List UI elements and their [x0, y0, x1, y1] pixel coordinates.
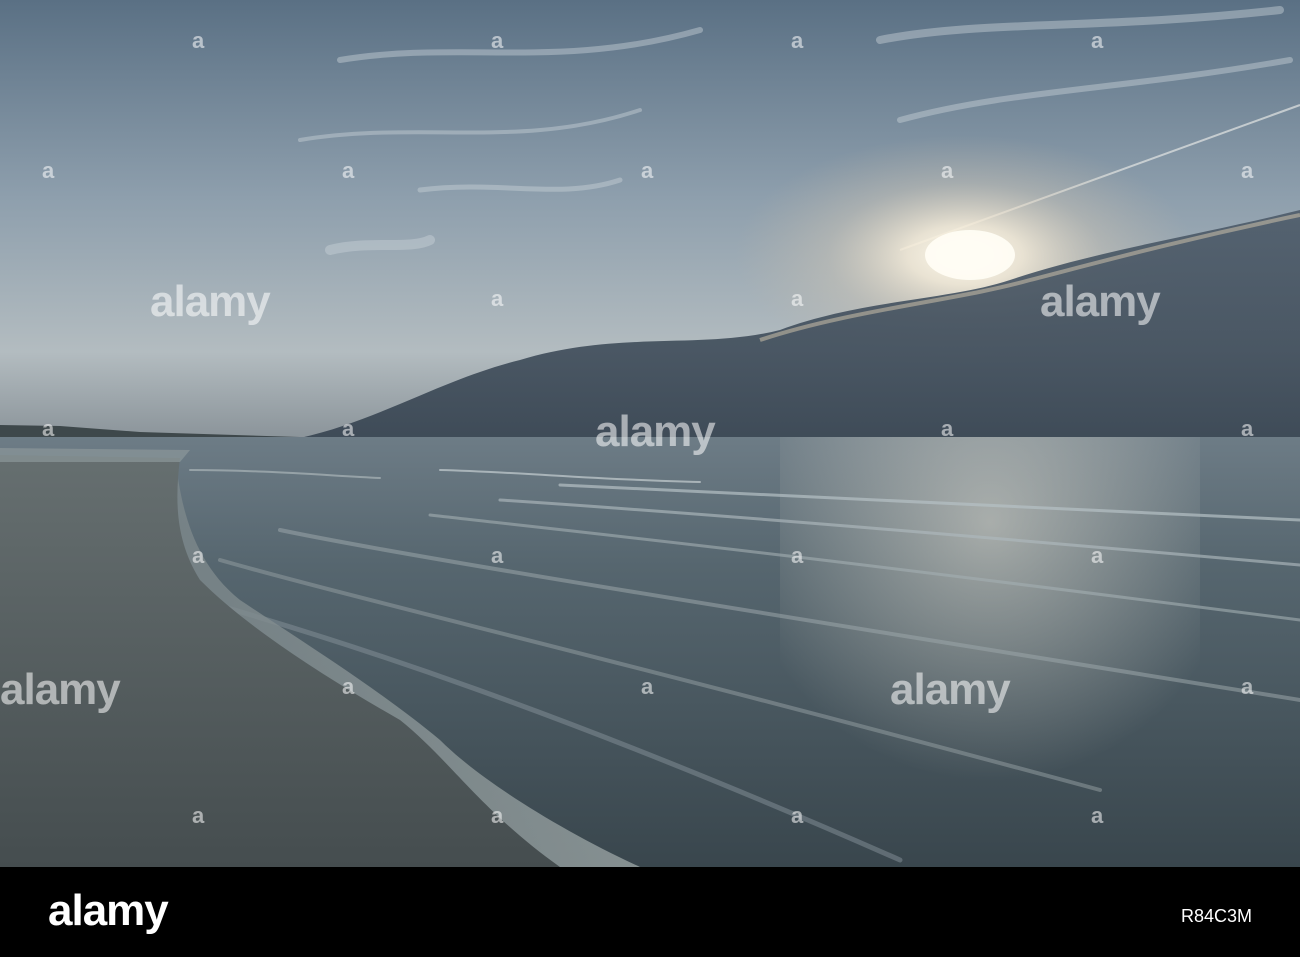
footer-bar: alamy R84C3M [0, 867, 1300, 957]
watermark-logo: alamy [595, 407, 716, 456]
watermark-mark: a [791, 543, 804, 568]
watermark-logo: alamy [890, 665, 1011, 714]
watermark-mark: a [192, 803, 205, 828]
watermark-mark: a [641, 158, 654, 183]
watermark-mark: a [491, 803, 504, 828]
image-id-label: R84C3M [1180, 906, 1252, 926]
watermark-logo: alamy [150, 277, 271, 326]
sun-glint [780, 437, 1200, 867]
watermark-mark: a [192, 543, 205, 568]
watermark-mark: a [192, 28, 205, 53]
watermark-mark: a [941, 158, 954, 183]
watermark-mark: a [342, 674, 355, 699]
watermark-logo: alamy [1040, 277, 1161, 326]
watermark-mark: a [42, 416, 55, 441]
watermark-logo: alamy [0, 665, 121, 714]
watermark-mark: a [491, 543, 504, 568]
watermark-mark: a [791, 803, 804, 828]
watermark-mark: a [342, 158, 355, 183]
watermark-mark: a [42, 158, 55, 183]
watermark-mark: a [941, 416, 954, 441]
watermark-mark: a [1091, 803, 1104, 828]
watermark-mark: a [1241, 416, 1254, 441]
watermark-mark: a [641, 674, 654, 699]
watermark-mark: a [791, 286, 804, 311]
watermark-mark: a [1241, 158, 1254, 183]
watermark-mark: a [491, 286, 504, 311]
stock-photo-frame: alamy alamy alamy alamy alamy a a a a a … [0, 0, 1300, 957]
footer-logo[interactable]: alamy [48, 889, 169, 933]
watermark-mark: a [1091, 543, 1104, 568]
watermark-mark: a [491, 28, 504, 53]
sun [925, 230, 1015, 280]
shallow-water [0, 448, 190, 462]
watermark-mark: a [1091, 28, 1104, 53]
watermark-mark: a [342, 416, 355, 441]
watermark-mark: a [1241, 674, 1254, 699]
watermark-mark: a [791, 28, 804, 53]
